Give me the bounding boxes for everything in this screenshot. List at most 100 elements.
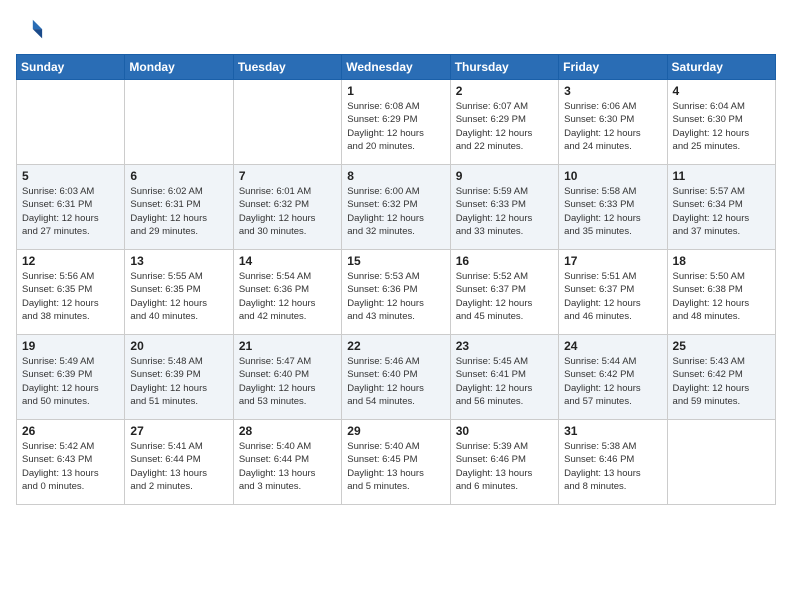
weekday-header-friday: Friday: [559, 55, 667, 80]
day-info: Sunrise: 6:03 AM Sunset: 6:31 PM Dayligh…: [22, 185, 119, 238]
day-info: Sunrise: 5:50 AM Sunset: 6:38 PM Dayligh…: [673, 270, 770, 323]
day-cell: 6 Sunrise: 6:02 AM Sunset: 6:31 PM Daylig…: [125, 165, 233, 250]
day-number: 15: [347, 254, 444, 268]
week-row-4: 19 Sunrise: 5:49 AM Sunset: 6:39 PM Dayli…: [17, 335, 776, 420]
day-cell: 13 Sunrise: 5:55 AM Sunset: 6:35 PM Dayli…: [125, 250, 233, 335]
day-cell: 11Sunrise: 5:57 AM Sunset: 6:34 PM Dayli…: [667, 165, 775, 250]
weekday-header-row: SundayMondayTuesdayWednesdayThursdayFrid…: [17, 55, 776, 80]
day-number: 25: [673, 339, 770, 353]
day-number: 19: [22, 339, 119, 353]
day-number: 3: [564, 84, 661, 98]
day-number: 11: [673, 169, 770, 183]
weekday-header-thursday: Thursday: [450, 55, 558, 80]
day-number: 23: [456, 339, 553, 353]
day-cell: 9Sunrise: 5:59 AM Sunset: 6:33 PM Daylig…: [450, 165, 558, 250]
day-info: Sunrise: 5:54 AM Sunset: 6:36 PM Dayligh…: [239, 270, 336, 323]
week-row-2: 5 Sunrise: 6:03 AM Sunset: 6:31 PM Daylig…: [17, 165, 776, 250]
day-cell: 28 Sunrise: 5:40 AM Sunset: 6:44 PM Dayli…: [233, 420, 341, 505]
day-cell: [233, 80, 341, 165]
day-number: 26: [22, 424, 119, 438]
day-info: Sunrise: 6:00 AM Sunset: 6:32 PM Dayligh…: [347, 185, 444, 238]
week-row-3: 12 Sunrise: 5:56 AM Sunset: 6:35 PM Dayli…: [17, 250, 776, 335]
day-number: 16: [456, 254, 553, 268]
day-cell: 27 Sunrise: 5:41 AM Sunset: 6:44 PM Dayli…: [125, 420, 233, 505]
day-cell: 4Sunrise: 6:04 AM Sunset: 6:30 PM Daylig…: [667, 80, 775, 165]
day-info: Sunrise: 5:39 AM Sunset: 6:46 PM Dayligh…: [456, 440, 553, 493]
day-cell: 14Sunrise: 5:54 AM Sunset: 6:36 PM Dayli…: [233, 250, 341, 335]
calendar: SundayMondayTuesdayWednesdayThursdayFrid…: [16, 54, 776, 505]
day-cell: 5 Sunrise: 6:03 AM Sunset: 6:31 PM Daylig…: [17, 165, 125, 250]
day-number: 6: [130, 169, 227, 183]
logo-icon: [16, 16, 44, 44]
day-info: Sunrise: 5:48 AM Sunset: 6:39 PM Dayligh…: [130, 355, 227, 408]
day-info: Sunrise: 5:59 AM Sunset: 6:33 PM Dayligh…: [456, 185, 553, 238]
day-cell: 1 Sunrise: 6:08 AM Sunset: 6:29 PM Daylig…: [342, 80, 450, 165]
day-info: Sunrise: 5:42 AM Sunset: 6:43 PM Dayligh…: [22, 440, 119, 493]
day-cell: 25 Sunrise: 5:43 AM Sunset: 6:42 PM Dayli…: [667, 335, 775, 420]
day-info: Sunrise: 6:08 AM Sunset: 6:29 PM Dayligh…: [347, 100, 444, 153]
day-info: Sunrise: 5:45 AM Sunset: 6:41 PM Dayligh…: [456, 355, 553, 408]
day-info: Sunrise: 6:04 AM Sunset: 6:30 PM Dayligh…: [673, 100, 770, 153]
day-cell: 10Sunrise: 5:58 AM Sunset: 6:33 PM Dayli…: [559, 165, 667, 250]
day-number: 30: [456, 424, 553, 438]
day-info: Sunrise: 5:38 AM Sunset: 6:46 PM Dayligh…: [564, 440, 661, 493]
day-info: Sunrise: 5:58 AM Sunset: 6:33 PM Dayligh…: [564, 185, 661, 238]
day-cell: 26 Sunrise: 5:42 AM Sunset: 6:43 PM Dayli…: [17, 420, 125, 505]
day-info: Sunrise: 5:49 AM Sunset: 6:39 PM Dayligh…: [22, 355, 119, 408]
day-info: Sunrise: 5:41 AM Sunset: 6:44 PM Dayligh…: [130, 440, 227, 493]
day-number: 20: [130, 339, 227, 353]
day-info: Sunrise: 6:07 AM Sunset: 6:29 PM Dayligh…: [456, 100, 553, 153]
day-cell: 15 Sunrise: 5:53 AM Sunset: 6:36 PM Dayli…: [342, 250, 450, 335]
day-info: Sunrise: 5:40 AM Sunset: 6:44 PM Dayligh…: [239, 440, 336, 493]
day-info: Sunrise: 6:01 AM Sunset: 6:32 PM Dayligh…: [239, 185, 336, 238]
day-info: Sunrise: 5:46 AM Sunset: 6:40 PM Dayligh…: [347, 355, 444, 408]
day-cell: 30 Sunrise: 5:39 AM Sunset: 6:46 PM Dayli…: [450, 420, 558, 505]
day-info: Sunrise: 5:52 AM Sunset: 6:37 PM Dayligh…: [456, 270, 553, 323]
day-cell: 17 Sunrise: 5:51 AM Sunset: 6:37 PM Dayli…: [559, 250, 667, 335]
day-number: 7: [239, 169, 336, 183]
day-info: Sunrise: 5:53 AM Sunset: 6:36 PM Dayligh…: [347, 270, 444, 323]
day-info: Sunrise: 6:02 AM Sunset: 6:31 PM Dayligh…: [130, 185, 227, 238]
day-number: 21: [239, 339, 336, 353]
day-cell: 18 Sunrise: 5:50 AM Sunset: 6:38 PM Dayli…: [667, 250, 775, 335]
day-info: Sunrise: 5:55 AM Sunset: 6:35 PM Dayligh…: [130, 270, 227, 323]
logo: [16, 16, 48, 44]
weekday-header-wednesday: Wednesday: [342, 55, 450, 80]
day-number: 17: [564, 254, 661, 268]
day-info: Sunrise: 5:43 AM Sunset: 6:42 PM Dayligh…: [673, 355, 770, 408]
weekday-header-monday: Monday: [125, 55, 233, 80]
day-cell: 8Sunrise: 6:00 AM Sunset: 6:32 PM Daylig…: [342, 165, 450, 250]
week-row-5: 26 Sunrise: 5:42 AM Sunset: 6:43 PM Dayli…: [17, 420, 776, 505]
day-cell: [667, 420, 775, 505]
day-info: Sunrise: 5:56 AM Sunset: 6:35 PM Dayligh…: [22, 270, 119, 323]
day-number: 5: [22, 169, 119, 183]
day-info: Sunrise: 5:44 AM Sunset: 6:42 PM Dayligh…: [564, 355, 661, 408]
day-number: 2: [456, 84, 553, 98]
weekday-header-tuesday: Tuesday: [233, 55, 341, 80]
day-cell: 12 Sunrise: 5:56 AM Sunset: 6:35 PM Dayli…: [17, 250, 125, 335]
day-cell: 7 Sunrise: 6:01 AM Sunset: 6:32 PM Daylig…: [233, 165, 341, 250]
day-number: 28: [239, 424, 336, 438]
day-number: 27: [130, 424, 227, 438]
day-cell: 22 Sunrise: 5:46 AM Sunset: 6:40 PM Dayli…: [342, 335, 450, 420]
day-cell: 3Sunrise: 6:06 AM Sunset: 6:30 PM Daylig…: [559, 80, 667, 165]
day-number: 18: [673, 254, 770, 268]
day-cell: 31Sunrise: 5:38 AM Sunset: 6:46 PM Dayli…: [559, 420, 667, 505]
day-number: 22: [347, 339, 444, 353]
day-cell: 23 Sunrise: 5:45 AM Sunset: 6:41 PM Dayli…: [450, 335, 558, 420]
day-number: 1: [347, 84, 444, 98]
weekday-header-sunday: Sunday: [17, 55, 125, 80]
day-info: Sunrise: 5:40 AM Sunset: 6:45 PM Dayligh…: [347, 440, 444, 493]
week-row-1: 1 Sunrise: 6:08 AM Sunset: 6:29 PM Daylig…: [17, 80, 776, 165]
day-cell: 2 Sunrise: 6:07 AM Sunset: 6:29 PM Daylig…: [450, 80, 558, 165]
day-cell: 16 Sunrise: 5:52 AM Sunset: 6:37 PM Dayli…: [450, 250, 558, 335]
day-cell: [17, 80, 125, 165]
day-number: 12: [22, 254, 119, 268]
day-cell: 21 Sunrise: 5:47 AM Sunset: 6:40 PM Dayli…: [233, 335, 341, 420]
day-cell: [125, 80, 233, 165]
day-number: 13: [130, 254, 227, 268]
day-number: 24: [564, 339, 661, 353]
day-info: Sunrise: 5:51 AM Sunset: 6:37 PM Dayligh…: [564, 270, 661, 323]
weekday-header-saturday: Saturday: [667, 55, 775, 80]
day-info: Sunrise: 5:47 AM Sunset: 6:40 PM Dayligh…: [239, 355, 336, 408]
